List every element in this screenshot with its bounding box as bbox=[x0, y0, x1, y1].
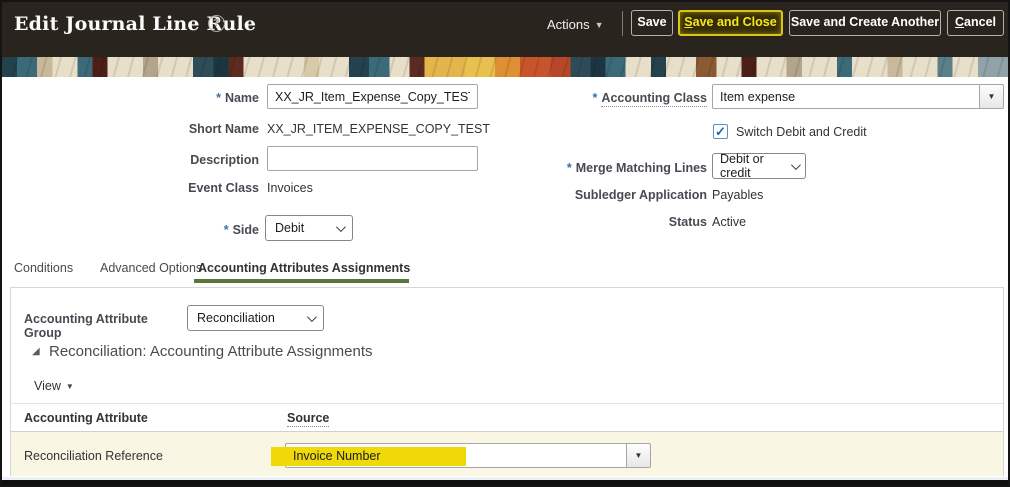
attribute-group-value: Reconciliation bbox=[197, 311, 275, 325]
view-menu-label: View bbox=[34, 379, 61, 393]
dropdown-arrow-icon: ▼ bbox=[634, 451, 643, 460]
event-class-value: Invoices bbox=[267, 181, 313, 195]
switch-debit-credit-label: Switch Debit and Credit bbox=[736, 125, 867, 139]
cancel-button[interactable]: Cancel bbox=[947, 10, 1004, 36]
required-icon: * bbox=[592, 91, 598, 105]
section-collapse-icon[interactable]: ◢ bbox=[32, 346, 40, 357]
short-name-label: Short Name bbox=[188, 122, 259, 136]
accounting-class-dropdown-button[interactable]: ▼ bbox=[980, 84, 1004, 109]
page-header: Edit Journal Line Rule ? Actions ▼ Save S… bbox=[2, 2, 1008, 57]
save-and-close-label: ave and Close bbox=[692, 15, 777, 29]
side-select-value: Debit bbox=[275, 221, 305, 235]
column-header-accounting-attribute: Accounting Attribute bbox=[24, 411, 148, 425]
section-title: Reconciliation: Accounting Attribute Ass… bbox=[49, 343, 373, 360]
merge-matching-lines-select[interactable]: Debit or credit bbox=[712, 152, 806, 180]
table-top-border bbox=[11, 403, 1003, 404]
subledger-application-value: Payables bbox=[712, 188, 764, 202]
status-value: Active bbox=[712, 215, 747, 229]
decorative-banner bbox=[2, 57, 1008, 77]
cancel-accesskey: C bbox=[955, 15, 965, 29]
source-input[interactable]: Invoice Number bbox=[271, 443, 627, 468]
source-value: Invoice Number bbox=[293, 448, 381, 463]
save-and-close-accesskey: S bbox=[684, 15, 693, 29]
required-icon: * bbox=[216, 91, 221, 105]
chevron-down-icon bbox=[790, 159, 801, 170]
switch-debit-credit-checkbox[interactable]: ✓ bbox=[713, 124, 728, 139]
save-and-create-another-button[interactable]: Save and Create Another bbox=[789, 10, 941, 36]
accounting-class-combobox[interactable]: Item expense ▼ bbox=[712, 84, 1004, 109]
name-label: * Name bbox=[216, 91, 259, 105]
column-header-source[interactable]: Source bbox=[287, 411, 330, 427]
tab-accounting-attributes-assignments[interactable]: Accounting Attributes Assignments bbox=[198, 261, 410, 275]
header-divider bbox=[622, 11, 623, 36]
help-icon[interactable]: ? bbox=[208, 15, 225, 32]
tab-conditions[interactable]: Conditions bbox=[14, 261, 73, 275]
actions-menu[interactable]: Actions ▼ bbox=[547, 17, 604, 32]
subledger-application-label: Subledger Application bbox=[574, 188, 707, 202]
name-input[interactable] bbox=[267, 84, 478, 109]
description-input[interactable] bbox=[267, 146, 478, 171]
active-tab-indicator bbox=[194, 279, 409, 283]
chevron-down-icon bbox=[335, 221, 346, 232]
attribute-group-select[interactable]: Reconciliation bbox=[187, 305, 324, 331]
source-dropdown-button[interactable]: ▼ bbox=[627, 443, 651, 468]
attribute-group-label: Accounting Attribute Group bbox=[24, 312, 148, 340]
event-class-label: Event Class bbox=[188, 181, 259, 195]
chevron-down-icon: ▼ bbox=[594, 20, 604, 30]
short-name-value: XX_JR_ITEM_EXPENSE_COPY_TEST bbox=[267, 122, 490, 136]
description-label: Description bbox=[190, 153, 259, 167]
required-icon: * bbox=[223, 223, 229, 237]
merge-matching-lines-value: Debit or credit bbox=[720, 152, 764, 180]
chevron-down-icon: ▼ bbox=[65, 382, 74, 391]
row-attribute-value: Reconciliation Reference bbox=[24, 449, 163, 463]
merge-matching-lines-label: * Merge Matching Lines bbox=[566, 161, 707, 175]
side-label: * Side bbox=[223, 223, 259, 237]
screenshot-border-bottom bbox=[2, 480, 1008, 485]
required-icon: * bbox=[566, 161, 572, 175]
dropdown-arrow-icon: ▼ bbox=[987, 92, 996, 101]
view-menu[interactable]: View ▼ bbox=[34, 379, 74, 393]
app-window: Edit Journal Line Rule ? Actions ▼ Save S… bbox=[0, 0, 1010, 487]
check-icon: ✓ bbox=[715, 124, 726, 139]
accounting-class-input[interactable]: Item expense bbox=[712, 84, 980, 109]
cancel-label: ancel bbox=[964, 15, 996, 29]
actions-label: Actions bbox=[547, 17, 590, 32]
status-label: Status bbox=[668, 215, 707, 229]
tab-advanced-options[interactable]: Advanced Options bbox=[100, 261, 202, 275]
source-combobox[interactable]: Invoice Number ▼ bbox=[271, 443, 651, 468]
chevron-down-icon bbox=[306, 311, 317, 322]
side-select[interactable]: Debit bbox=[265, 215, 353, 241]
save-button[interactable]: Save bbox=[631, 10, 673, 36]
accounting-class-value: Item expense bbox=[720, 89, 796, 104]
accounting-class-label: * Accounting Class bbox=[592, 91, 707, 107]
save-and-close-button[interactable]: Save and Close bbox=[678, 10, 783, 36]
